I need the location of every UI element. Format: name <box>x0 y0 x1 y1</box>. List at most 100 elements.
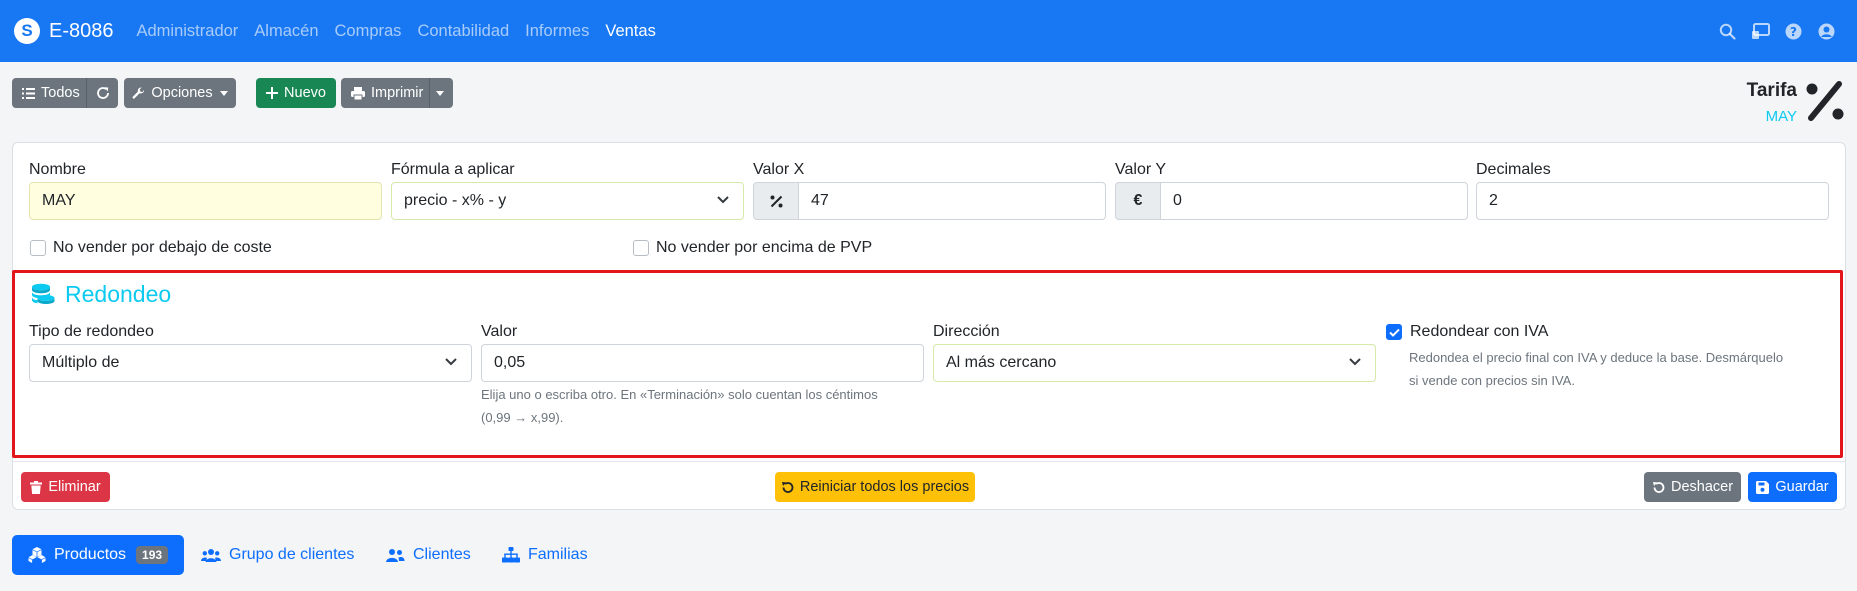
undo-button-label: Deshacer <box>1670 479 1734 495</box>
brand-logo-icon: S <box>14 18 40 44</box>
refresh-icon[interactable] <box>96 86 116 104</box>
value-y-input[interactable]: 0 <box>1160 182 1468 220</box>
value-x-input[interactable]: 47 <box>798 182 1106 220</box>
print-caret-icon[interactable] <box>436 91 444 96</box>
round-with-vat-checkbox[interactable] <box>1386 324 1402 340</box>
save-button[interactable]: Guardar <box>1748 472 1837 502</box>
undo-button[interactable]: Deshacer <box>1644 472 1741 502</box>
formula-value: precio - x% - y <box>404 192 507 209</box>
page-header: Tarifa MAY <box>1747 80 1797 125</box>
coins-icon <box>30 283 56 312</box>
reset-prices-button[interactable]: Reiniciar todos los precios <box>775 472 975 502</box>
name-label: Nombre <box>29 161 86 178</box>
nav-icons: ? <box>1705 20 1837 42</box>
value-x-label: Valor X <box>753 161 805 178</box>
no-below-cost-checkbox[interactable] <box>30 240 46 256</box>
chevron-down-icon <box>445 358 457 366</box>
screen-icon[interactable] <box>1749 20 1771 42</box>
tab-clientes[interactable]: Clientes <box>385 535 471 575</box>
decimals-value: 2 <box>1489 192 1498 209</box>
decimals-input[interactable]: 2 <box>1476 182 1829 220</box>
rounding-value-input[interactable]: 0,05 <box>481 344 924 382</box>
check-icon <box>1388 328 1400 337</box>
menu-item-informes[interactable]: Informes <box>525 22 589 41</box>
no-below-cost-label: No vender por debajo de coste <box>53 239 272 256</box>
caret-down-icon <box>219 90 228 96</box>
rounding-type-value: Múltiplo de <box>42 354 120 371</box>
no-above-pvp-checkbox[interactable] <box>633 240 649 256</box>
name-input[interactable]: MAY <box>29 182 382 220</box>
round-with-vat-help-line1: Redondea el precio final con IVA y deduc… <box>1409 350 1784 365</box>
print-button[interactable]: Imprimir <box>351 85 423 101</box>
print-button-label: Imprimir <box>371 85 424 101</box>
card-footer-divider <box>13 461 1845 462</box>
users-group-icon <box>201 548 221 562</box>
rounding-title: Redondeo <box>65 281 172 307</box>
svg-text:?: ? <box>1790 24 1797 38</box>
tab-grupo-de-clientes[interactable]: Grupo de clientes <box>201 535 354 575</box>
round-with-vat-help-line2: si vende con precios sin IVA. <box>1409 373 1575 388</box>
main-menu: Administrador Almacén Compras Contabilid… <box>137 22 672 41</box>
printer-icon <box>351 86 365 100</box>
new-button[interactable]: Nuevo <box>256 78 336 108</box>
menu-item-contabilidad[interactable]: Contabilidad <box>417 22 509 41</box>
tab-productos[interactable]: Productos 193 <box>12 535 185 575</box>
page-title: Tarifa <box>1746 80 1797 101</box>
menu-item-almacen[interactable]: Almacén <box>254 22 318 41</box>
rounding-value-label: Valor <box>481 323 518 340</box>
undo-icon <box>781 481 794 493</box>
rounding-type-label: Tipo de redondeo <box>29 323 154 340</box>
rounding-value-help-line1: Elija uno o escriba otro. En «Terminació… <box>481 387 878 402</box>
cubes-icon <box>28 547 46 563</box>
value-y-value: 0 <box>1173 192 1182 209</box>
chevron-down-icon <box>717 196 729 204</box>
direction-select[interactable]: Al más cercano <box>933 344 1376 382</box>
delete-button-label: Eliminar <box>48 479 101 495</box>
trash-icon <box>30 480 43 494</box>
rounding-value-value: 0,05 <box>494 354 526 371</box>
value-x-value: 47 <box>811 192 829 209</box>
all-button-label: Todos <box>41 85 80 101</box>
rounding-value-help-line2: (0,99 → x,99). <box>481 410 564 425</box>
formula-label: Fórmula a aplicar <box>391 161 515 178</box>
round-with-vat-help: Redondea el precio final con IVA y deduc… <box>1409 346 1839 392</box>
page-subtitle: MAY <box>1765 108 1797 125</box>
tab-grupo-de-clientes-label: Grupo de clientes <box>229 546 355 563</box>
plus-icon <box>266 87 279 99</box>
rounding-type-select[interactable]: Múltiplo de <box>29 344 472 382</box>
menu-item-administrador[interactable]: Administrador <box>137 22 239 41</box>
all-button[interactable]: Todos <box>22 85 80 101</box>
search-icon[interactable] <box>1716 20 1738 42</box>
new-button-label: Nuevo <box>284 85 326 101</box>
direction-label: Dirección <box>933 323 1000 340</box>
menu-item-compras[interactable]: Compras <box>335 22 402 41</box>
options-button-label: Opciones <box>151 85 213 101</box>
no-above-pvp-label: No vender por encima de PVP <box>656 239 873 256</box>
wrench-icon <box>132 87 145 99</box>
tab-familias-label: Familias <box>528 546 588 563</box>
delete-button[interactable]: Eliminar <box>21 472 110 502</box>
brand[interactable]: S E-8086 <box>14 18 114 44</box>
top-navbar: S E-8086 Administrador Almacén Compras C… <box>0 0 1857 62</box>
formula-select[interactable]: precio - x% - y <box>391 182 744 220</box>
sitemap-icon <box>502 547 520 563</box>
tab-clientes-label: Clientes <box>413 546 471 563</box>
value-x-addon <box>753 182 799 220</box>
all-button-group: Todos <box>12 78 118 108</box>
help-icon[interactable]: ? <box>1782 20 1804 42</box>
round-with-vat-label: Redondear con IVA <box>1410 323 1549 340</box>
reset-prices-button-label: Reiniciar todos los precios <box>799 479 970 495</box>
name-value: MAY <box>42 192 76 209</box>
user-icon[interactable] <box>1815 20 1837 42</box>
value-y-label: Valor Y <box>1115 161 1166 178</box>
brand-name: E-8086 <box>49 19 114 42</box>
options-button[interactable]: Opciones <box>124 78 236 108</box>
users-icon <box>386 548 405 562</box>
decimals-label: Decimales <box>1476 161 1551 178</box>
menu-item-ventas[interactable]: Ventas <box>605 22 655 41</box>
productos-count-badge: 193 <box>136 546 169 564</box>
chevron-down-icon <box>1349 358 1361 366</box>
tab-familias[interactable]: Familias <box>502 535 588 575</box>
print-button-group: Imprimir <box>341 78 453 108</box>
direction-value: Al más cercano <box>946 354 1057 371</box>
